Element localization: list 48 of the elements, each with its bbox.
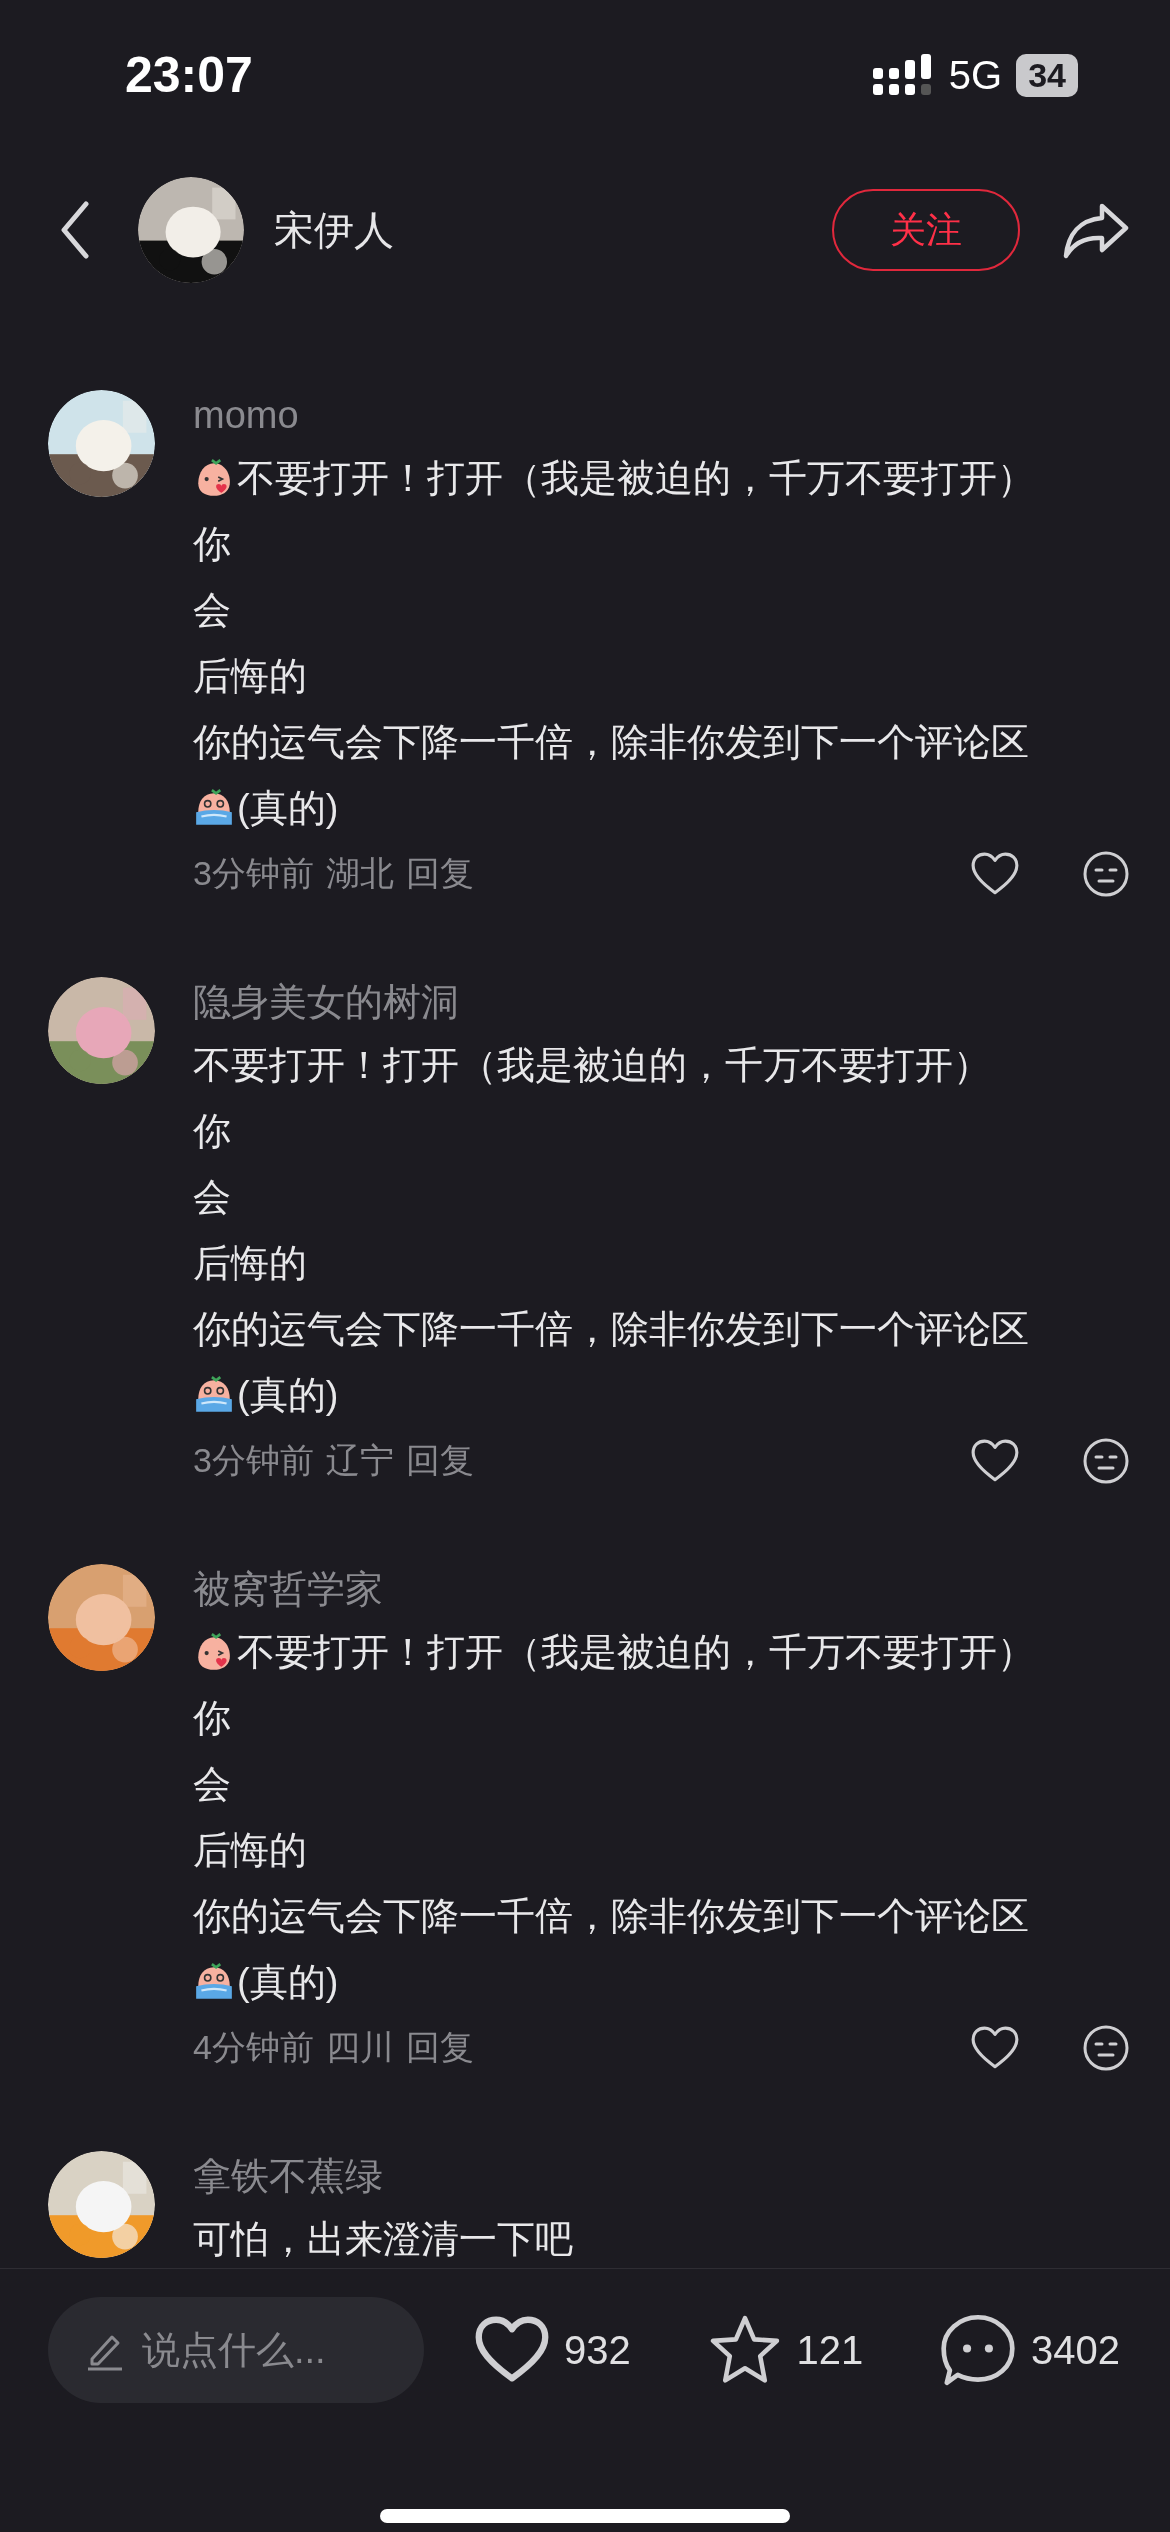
comment-text: 你的运气会下降一千倍，除非你发到下一个评论区 xyxy=(193,1894,1029,1939)
favorite-count: 121 xyxy=(796,2327,864,2373)
comment-time: 3分钟前 xyxy=(193,1440,314,1481)
reply-link[interactable]: 回复 xyxy=(405,2025,474,2071)
face-icon[interactable] xyxy=(1082,850,1130,898)
comment-text: 后悔的 xyxy=(193,1241,307,1286)
chat-bubble-icon[interactable] xyxy=(939,2312,1018,2388)
comment-text: 后悔的 xyxy=(193,654,307,699)
comment-location: 湖北 xyxy=(325,853,394,894)
comment-count: 3402 xyxy=(1031,2327,1120,2373)
reply-link[interactable]: 回复 xyxy=(405,851,474,897)
follow-button[interactable]: 关注 xyxy=(832,189,1020,271)
comment-text: 后悔的 xyxy=(193,1828,307,1873)
comment-text: 不要打开！打开（我是被迫的，千万不要打开） xyxy=(237,456,1035,501)
heart-icon[interactable] xyxy=(970,2025,1020,2071)
comment-text: 你 xyxy=(193,522,231,567)
commenter-name[interactable]: 被窝哲学家 xyxy=(193,1559,1130,1619)
comment-text: 不要打开！打开（我是被迫的，千万不要打开） xyxy=(193,1043,991,1088)
comment-text: 你 xyxy=(193,1109,231,1154)
author-name[interactable]: 宋伊人 xyxy=(274,202,832,258)
status-time: 23:07 xyxy=(125,46,253,104)
like-count: 932 xyxy=(564,2327,631,2373)
reply-link[interactable]: 回复 xyxy=(405,1438,474,1484)
heart-icon[interactable] xyxy=(970,851,1020,897)
commenter-name[interactable]: momo xyxy=(193,385,1130,445)
comment-text: 不要打开！打开（我是被迫的，千万不要打开） xyxy=(237,1630,1035,1675)
comment-text: (真的) xyxy=(237,786,339,831)
battery-indicator: 34 xyxy=(1016,53,1078,97)
comment-text: 会 xyxy=(193,588,231,633)
network-label: 5G xyxy=(948,52,1003,98)
comment-text: 会 xyxy=(193,1175,231,1220)
comment-location: 辽宁 xyxy=(325,1440,394,1481)
comment-time: 3分钟前 xyxy=(193,853,314,894)
face-icon[interactable] xyxy=(1082,2024,1130,2072)
comment-text: 会 xyxy=(193,1762,231,1807)
comment-text: 你 xyxy=(193,1696,231,1741)
comment-text: 你的运气会下降一千倍，除非你发到下一个评论区 xyxy=(193,720,1029,765)
comment-text: (真的) xyxy=(237,1373,339,1418)
comment-text: 你的运气会下降一千倍，除非你发到下一个评论区 xyxy=(193,1307,1029,1352)
comment-location: 四川 xyxy=(325,2027,394,2068)
heart-icon[interactable] xyxy=(970,1438,1020,1484)
comment-time: 4分钟前 xyxy=(193,2027,314,2068)
comment-text: 可怕，出来澄清一下吧 xyxy=(193,2217,573,2262)
commenter-name[interactable]: 拿铁不蕉绿 xyxy=(193,2146,1130,2206)
comment-text: (真的) xyxy=(237,1960,339,2005)
comment-input[interactable]: 说点什么... xyxy=(48,2297,424,2403)
commenter-name[interactable]: 隐身美女的树洞 xyxy=(193,972,1130,1032)
face-icon[interactable] xyxy=(1082,1437,1130,1485)
